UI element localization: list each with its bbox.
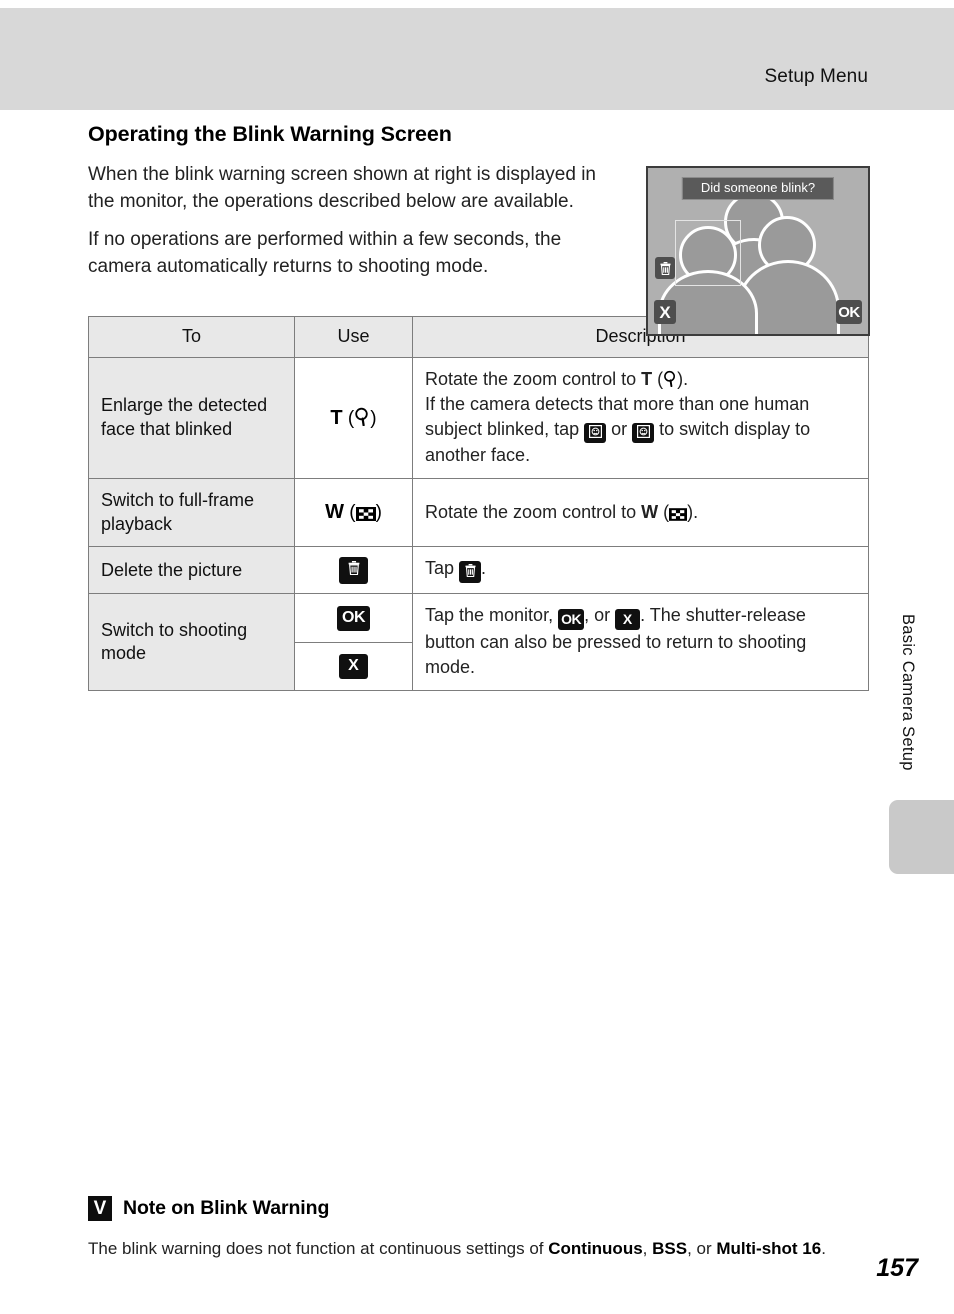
monitor-trash-icon[interactable]	[655, 257, 675, 279]
magnifier-icon	[664, 371, 676, 388]
chapter-tab-label: Basic Camera Setup	[899, 614, 917, 771]
row-use-wide-zoom: W ()	[294, 477, 413, 548]
x-icon[interactable]: X	[339, 653, 368, 679]
table-row: Switch to full-frame playback W () Rotat…	[88, 477, 869, 548]
chapter-tab-marker	[889, 800, 954, 874]
note-heading: V Note on Blink Warning	[88, 1196, 878, 1221]
face-next-icon[interactable]	[632, 423, 655, 444]
tele-zoom-key: T ()	[330, 406, 377, 429]
column-header-use: Use	[294, 316, 413, 359]
thumbnail-checkerboard-icon	[669, 507, 688, 521]
table-row: Delete the picture Tap .	[88, 546, 869, 595]
thumbnail-checkerboard-icon	[355, 507, 376, 522]
intro-text: When the blink warning screen shown at r…	[88, 161, 608, 280]
x-icon[interactable]: X	[615, 609, 641, 631]
page-header-title: Setup Menu	[764, 66, 868, 87]
row-desc-delete-picture: Tap .	[412, 546, 869, 595]
row-use-delete	[294, 546, 413, 595]
intro-paragraph-2: If no operations are performed within a …	[88, 228, 562, 278]
page-header-band	[0, 8, 954, 110]
row-use-ok: OK	[294, 593, 413, 643]
row-use-tele-zoom: T ()	[294, 357, 413, 479]
row-desc-switch-shooting-mode: Tap the monitor, OK, or X. The shutter-r…	[412, 593, 869, 692]
page-number: 157	[876, 1254, 918, 1282]
detected-face-box	[675, 220, 741, 286]
note-title: Note on Blink Warning	[123, 1197, 330, 1219]
wide-zoom-key: W ()	[325, 501, 382, 524]
column-header-to: To	[88, 316, 295, 359]
warning-mark-icon: V	[88, 1196, 112, 1221]
row-use-cancel-x: X	[294, 641, 413, 692]
monitor-cancel-x-icon[interactable]: X	[654, 300, 676, 324]
face-previous-icon[interactable]	[584, 423, 607, 444]
trash-icon[interactable]	[339, 556, 368, 584]
blink-warning-banner: Did someone blink?	[681, 177, 835, 200]
row-to-enlarge-face: Enlarge the detected face that blinked	[88, 357, 295, 479]
row-desc-full-frame-playback: Rotate the zoom control to W ().	[412, 477, 869, 548]
note-block: V Note on Blink Warning The blink warnin…	[88, 1196, 878, 1261]
section-title: Operating the Blink Warning Screen	[88, 122, 452, 146]
row-desc-enlarge-face: Rotate the zoom control to T (). If the …	[412, 357, 869, 479]
page-content: Operating the Blink Warning Screen When …	[88, 122, 870, 692]
blink-warning-operations-table: To Use Description Enlarge the detected …	[88, 316, 869, 692]
table-row: Switch to shooting mode OK Tap the monit…	[88, 593, 869, 692]
intro-paragraph-1: When the blink warning screen shown at r…	[88, 164, 596, 213]
magnifier-icon	[355, 407, 368, 426]
table-row: Enlarge the detected face that blinked T…	[88, 357, 869, 479]
note-body: The blink warning does not function at c…	[88, 1239, 826, 1258]
trash-icon[interactable]	[459, 561, 482, 584]
blink-warning-monitor-illustration: Did someone blink? X OK	[646, 166, 870, 336]
row-to-full-frame-playback: Switch to full-frame playback	[88, 477, 295, 548]
ok-icon[interactable]: OK	[558, 609, 585, 631]
ok-icon[interactable]: OK	[337, 605, 370, 631]
row-to-delete-picture: Delete the picture	[88, 546, 295, 595]
row-to-switch-shooting-mode: Switch to shooting mode	[88, 593, 295, 692]
monitor-ok-icon[interactable]: OK	[836, 300, 862, 324]
